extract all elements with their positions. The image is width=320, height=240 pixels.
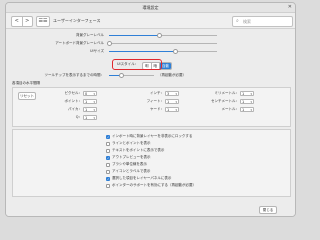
millimeters-label: ミリメートル： <box>214 91 240 95</box>
checkbox[interactable]: ✓ <box>106 134 110 139</box>
restart-required-note: （再起動が必要） <box>158 73 186 77</box>
checkbox[interactable]: ✓ <box>106 155 110 160</box>
title-bar: 環境設定 ✕ <box>6 3 295 13</box>
tooltip-delay-slider[interactable] <box>109 73 154 78</box>
tooltip-delay-label: ツールチップを表示するまでの時間： <box>44 73 105 77</box>
points-label: ポイント： <box>64 99 83 103</box>
chevron-down-icon: ▾ <box>175 108 177 112</box>
preferences-window: 環境設定 ✕ < > ☰☰ ユーザーインターフェース ⌕ 検索 背景グレーレベル… <box>5 2 296 217</box>
grid-view-icon[interactable]: ☰☰ <box>36 16 50 27</box>
millimeters-select[interactable]: 1 ▾ <box>240 91 254 96</box>
option-checkbox[interactable]: ポインターのサポートを有効にする（再起動が必要） <box>106 183 196 188</box>
nav-buttons: < > <box>11 16 33 27</box>
checkbox[interactable] <box>106 162 110 167</box>
close-window-icon[interactable]: ✕ <box>288 3 292 12</box>
reset-button[interactable]: リセット <box>18 92 36 100</box>
search-input[interactable]: ⌕ 検索 <box>232 16 293 27</box>
meters-label: メートル： <box>221 107 240 111</box>
chevron-down-icon: ▾ <box>250 108 252 112</box>
artboard-brightness-label: アートボード背景グレーレベル <box>55 41 104 45</box>
points-select[interactable]: 1 ▾ <box>83 99 97 104</box>
inches-label: インチ： <box>150 91 164 95</box>
yards-select[interactable]: 1 ▾ <box>165 107 179 112</box>
option-checkbox[interactable]: ✓ 選択した項目をレイヤーパネルに表示 <box>106 176 171 181</box>
picas-label: パイカ： <box>68 107 82 111</box>
checkbox[interactable] <box>106 148 110 153</box>
background-brightness-slider[interactable] <box>109 33 217 38</box>
back-button[interactable]: < <box>12 17 22 26</box>
option-checkbox[interactable]: ラインとポイントを表示 <box>106 141 151 146</box>
option-checkbox[interactable]: アイコンとラベルで表示 <box>106 169 150 174</box>
window-title: 環境設定 <box>142 5 159 10</box>
inches-select[interactable]: 3 ▾ <box>165 91 179 96</box>
chevron-down-icon: ▾ <box>250 92 252 96</box>
checkbox[interactable] <box>106 169 110 174</box>
option-checkbox[interactable]: ✓ インポート時に背景レイヤーを非表示にロックする <box>106 134 192 139</box>
search-placeholder: 検索 <box>243 19 251 24</box>
close-button[interactable]: 閉じる <box>259 206 277 214</box>
chevron-down-icon: ▾ <box>175 92 177 96</box>
ui-scale-label: UIサイズ <box>90 49 104 53</box>
chevron-down-icon: ▾ <box>175 100 177 104</box>
feet-label: フィート： <box>146 99 164 103</box>
ui-scale-slider[interactable] <box>109 49 217 54</box>
search-icon: ⌕ <box>236 18 239 24</box>
meters-select[interactable]: 1 ▾ <box>240 107 254 112</box>
settings-content: 背景グレーレベル アートボード背景グレーレベル UIサイズ UIスタイル： 明 … <box>6 29 295 216</box>
centimeters-select[interactable]: 1 ▾ <box>240 99 254 104</box>
chevron-down-icon: ▾ <box>93 100 95 104</box>
chevron-down-icon: ▾ <box>93 108 95 112</box>
option-checkbox[interactable]: ブラシや単位線を表示 <box>106 162 147 167</box>
background-brightness-label: 背景グレーレベル <box>76 33 104 37</box>
checkbox[interactable] <box>106 141 110 146</box>
highlight-box <box>112 59 162 70</box>
option-checkbox[interactable]: ✓ アウトプレビューを表示 <box>106 155 151 160</box>
checkbox[interactable] <box>106 183 110 188</box>
feet-select[interactable]: 1 ▾ <box>165 99 179 104</box>
chevron-down-icon: ▾ <box>93 116 95 120</box>
pixels-label: ピクセル： <box>64 91 83 95</box>
forward-button[interactable]: > <box>21 17 33 26</box>
option-checkbox[interactable]: テキストをポイントに表示で表示 <box>106 148 164 153</box>
chevron-down-icon: ▾ <box>93 92 95 96</box>
q-select[interactable]: 1 ▾ <box>83 115 97 120</box>
picas-select[interactable]: 1 ▾ <box>83 107 97 112</box>
q-label: Q： <box>75 115 82 119</box>
checkbox[interactable]: ✓ <box>106 176 110 181</box>
artboard-brightness-slider[interactable] <box>106 41 217 46</box>
section-title: 各項目の水平間隔 <box>12 81 40 85</box>
centimeters-label: センチメートル： <box>211 99 239 103</box>
toolbar: < > ☰☰ ユーザーインターフェース ⌕ 検索 <box>6 13 295 29</box>
chevron-down-icon: ▾ <box>250 100 252 104</box>
yards-label: ヤード： <box>150 107 164 111</box>
pane-title: ユーザーインターフェース <box>53 18 101 23</box>
pixels-select[interactable]: 0 ▾ <box>83 91 97 96</box>
